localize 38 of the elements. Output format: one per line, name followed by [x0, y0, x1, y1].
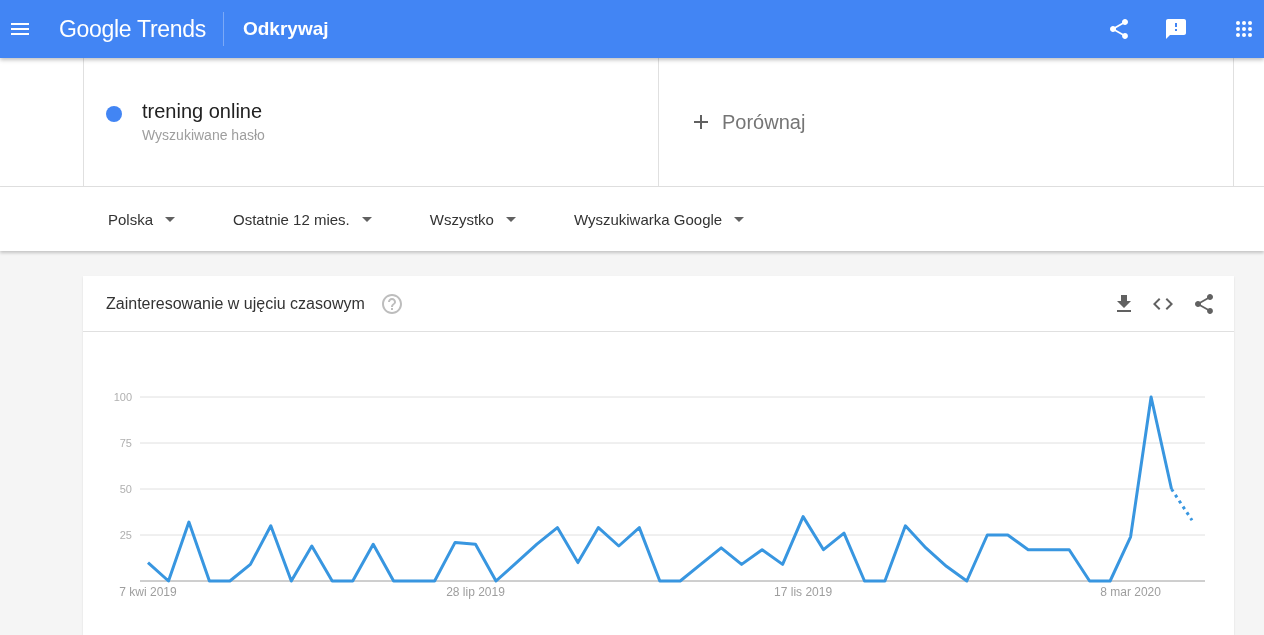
- filter-dropdown[interactable]: Ostatnie 12 mies.: [233, 204, 372, 234]
- apps-grid-icon: [1236, 21, 1252, 37]
- embed-button[interactable]: [1153, 297, 1173, 310]
- help-icon[interactable]: [381, 293, 402, 314]
- feedback-icon: [1166, 19, 1186, 39]
- search-term[interactable]: trening online: [142, 98, 265, 123]
- logo-text[interactable]: Google Trends: [59, 15, 206, 43]
- x-axis-label: 8 mar 2020: [1100, 585, 1161, 599]
- download-icon: [1117, 295, 1131, 312]
- caret-icon: [165, 216, 176, 222]
- y-axis-label: 25: [119, 529, 132, 541]
- apps-button[interactable]: [1236, 21, 1252, 37]
- compare-button[interactable]: Porównaj: [694, 106, 806, 138]
- share-button[interactable]: [1195, 293, 1213, 314]
- code-brackets-icon: [1153, 297, 1173, 310]
- x-axis-label: 28 lip 2019: [446, 585, 505, 599]
- y-axis-label: 75: [119, 437, 132, 449]
- term-caption: Wyszukiwane hasło: [142, 125, 265, 144]
- section-title: Odkrywaj: [243, 18, 329, 40]
- plus-icon: [694, 115, 708, 129]
- filter-dropdown[interactable]: Wszystko: [429, 204, 516, 234]
- share-icon: [1195, 293, 1213, 314]
- x-axis-label: 17 lis 2019: [774, 585, 833, 599]
- feedback-button[interactable]: [1166, 19, 1186, 39]
- card-title: Zainteresowanie w ujęciu czasowym: [106, 294, 365, 313]
- filter-dropdown[interactable]: Wyszukiwarka Google: [573, 204, 745, 234]
- filter-dropdown[interactable]: Polska: [108, 204, 176, 234]
- share-button[interactable]: [1110, 19, 1128, 39]
- download-button[interactable]: [1117, 295, 1131, 312]
- caret-icon: [361, 216, 372, 222]
- y-axis-label: 50: [119, 483, 132, 495]
- share-icon: [1110, 19, 1128, 39]
- caret-icon: [505, 216, 516, 222]
- menu-icon: [11, 23, 29, 35]
- y-axis-label: 100: [113, 391, 132, 403]
- menu-button[interactable]: [11, 23, 29, 35]
- x-axis-label: 7 kwi 2019: [119, 585, 177, 599]
- caret-icon: [734, 216, 745, 222]
